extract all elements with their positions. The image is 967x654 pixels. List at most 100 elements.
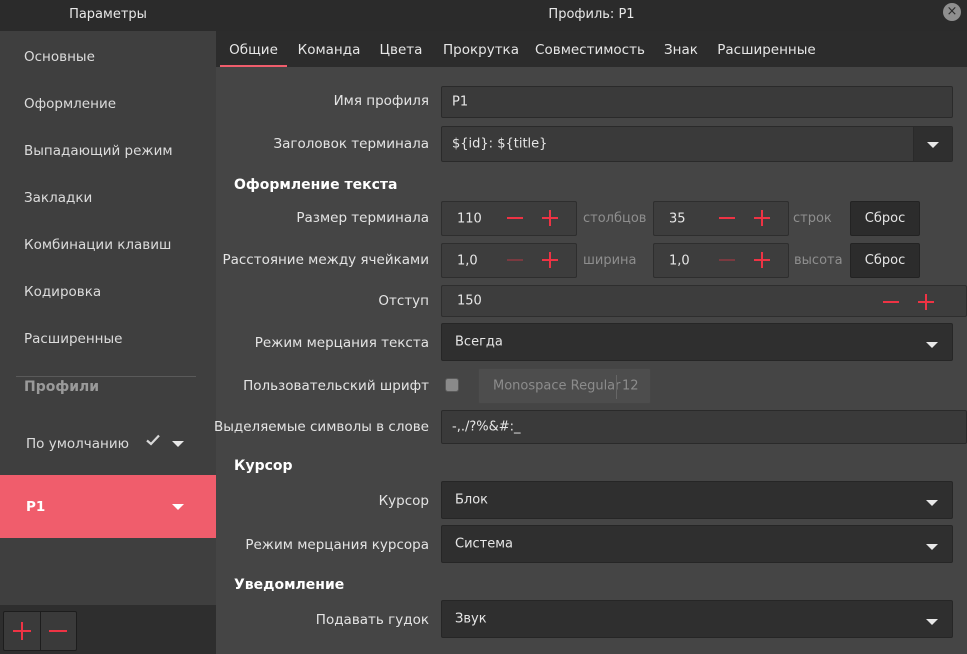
bell-select[interactable]: Звук — [441, 600, 953, 638]
profile-item-p1[interactable]: P1 — [0, 475, 216, 538]
tab-colors[interactable]: Цвета — [374, 31, 428, 67]
minus-icon — [719, 259, 735, 261]
tab-command[interactable]: Команда — [293, 31, 365, 67]
padding-decrement-button[interactable] — [875, 286, 907, 316]
custom-font-label: Пользовательский шрифт — [243, 378, 429, 394]
sidebar-item-label: Кодировка — [24, 283, 102, 300]
plus-icon — [918, 294, 934, 310]
columns-unit-label: столбцов — [583, 211, 647, 226]
profile-menu-arrow-icon[interactable] — [172, 441, 184, 447]
chevron-down-icon — [926, 544, 938, 550]
text-appearance-heading: Оформление текста — [234, 177, 398, 193]
rows-decrement-button[interactable] — [711, 202, 743, 235]
custom-font-checkbox[interactable] — [445, 378, 459, 392]
cell-height-spinner[interactable]: 1,0 — [653, 243, 789, 278]
text-blink-label: Режим мерцания текста — [254, 335, 429, 351]
reset-size-button[interactable]: Сброс — [850, 201, 920, 236]
sidebar-item-label: Выпадающий режим — [24, 142, 173, 159]
plus-icon — [754, 210, 770, 226]
close-icon: × — [946, 4, 958, 19]
tab-general[interactable]: Общие — [220, 31, 287, 67]
terminal-title-dropdown-button[interactable] — [913, 127, 952, 161]
cursor-blink-label: Режим мерцания курсора — [245, 537, 429, 553]
terminal-size-label: Размер терминала — [296, 210, 429, 226]
padding-label: Отступ — [378, 293, 429, 309]
sidebar-item-shortcuts[interactable]: Комбинации клавиш — [0, 221, 216, 268]
cell-width-unit-label: ширина — [583, 253, 637, 268]
word-chars-input[interactable]: -,./?%&#:_ — [441, 410, 967, 444]
chevron-down-icon — [926, 619, 938, 625]
sidebar-footer — [0, 605, 216, 654]
profile-name-label: Имя профиля — [333, 93, 429, 109]
sidebar-item-appearance[interactable]: Оформление — [0, 80, 216, 127]
window-title: Профиль: P1 — [548, 7, 635, 22]
padding-spinner[interactable]: 150 — [441, 285, 967, 317]
word-chars-label: Выделяемые символы в слове — [213, 419, 429, 435]
profile-name-input[interactable]: P1 — [441, 86, 953, 118]
columns-decrement-button[interactable] — [499, 202, 531, 235]
add-profile-button[interactable] — [4, 612, 41, 650]
tab-emblem[interactable]: Знак — [656, 31, 706, 67]
sidebar-item-label: Оформление — [24, 95, 117, 112]
minus-icon — [507, 259, 523, 261]
rows-unit-label: строк — [793, 211, 832, 226]
profile-general-page: Имя профиля P1 Заголовок терминала ${id}… — [213, 67, 967, 654]
cell-width-decrement-button[interactable] — [499, 244, 531, 277]
sidebar-item-bookmarks[interactable]: Закладки — [0, 174, 216, 221]
tab-compatibility[interactable]: Совместимость — [534, 31, 646, 67]
font-button-divider — [616, 375, 617, 399]
columns-increment-button[interactable] — [534, 202, 566, 235]
sidebar: Основные Оформление Выпадающий режим Зак… — [0, 31, 216, 654]
padding-increment-button[interactable] — [910, 286, 942, 316]
rows-increment-button[interactable] — [746, 202, 778, 235]
cursor-shape-label: Курсор — [378, 493, 429, 509]
font-size: 12 — [622, 378, 639, 394]
sidebar-item-encoding[interactable]: Кодировка — [0, 268, 216, 315]
sidebar-item-label: Закладки — [24, 189, 93, 206]
sidebar-item-advanced[interactable]: Расширенные — [0, 315, 216, 362]
cursor-blink-select[interactable]: Система — [441, 525, 953, 563]
remove-profile-button[interactable] — [40, 612, 76, 650]
reset-spacing-button[interactable]: Сброс — [850, 243, 920, 278]
columns-spinner[interactable]: 110 — [441, 201, 577, 236]
sidebar-item-label: Основные — [24, 48, 95, 65]
cell-spacing-label: Расстояние между ячейками — [222, 252, 429, 268]
terminal-title-label: Заголовок терминала — [273, 136, 429, 152]
minus-icon — [883, 301, 899, 303]
sidebar-item-quake-mode[interactable]: Выпадающий режим — [0, 127, 216, 174]
tab-scrolling[interactable]: Прокрутка — [438, 31, 524, 67]
plus-icon — [754, 252, 770, 268]
font-chooser-button[interactable]: Monospace Regular 12 — [478, 368, 651, 404]
minus-icon — [507, 217, 523, 219]
profile-label: По умолчанию — [26, 435, 129, 452]
profile-label: P1 — [26, 498, 46, 515]
profiles-heading: Профили — [24, 379, 100, 395]
bell-label: Подавать гудок — [315, 612, 429, 628]
profile-menu-arrow-icon[interactable] — [172, 504, 184, 510]
close-button[interactable]: × — [943, 3, 961, 21]
plus-icon — [13, 622, 31, 640]
rows-spinner[interactable]: 35 — [653, 201, 789, 236]
font-name: Monospace Regular — [493, 378, 621, 394]
sidebar-item-general[interactable]: Основные — [0, 33, 216, 80]
profile-item-default[interactable]: По умолчанию — [0, 412, 216, 475]
tab-bar: Общие Команда Цвета Прокрутка Совместимо… — [216, 31, 967, 67]
plus-icon — [542, 210, 558, 226]
profile-buttons — [3, 611, 77, 651]
chevron-down-icon — [927, 142, 939, 148]
cell-width-spinner[interactable]: 1,0 — [441, 243, 577, 278]
cell-height-decrement-button[interactable] — [711, 244, 743, 277]
cursor-shape-select[interactable]: Блок — [441, 481, 953, 519]
cell-width-increment-button[interactable] — [534, 244, 566, 277]
minus-icon — [49, 630, 67, 632]
minus-icon — [719, 217, 735, 219]
text-blink-select[interactable]: Всегда — [441, 323, 953, 361]
terminal-title-combo[interactable]: ${id}: ${title} — [441, 126, 953, 162]
notification-heading: Уведомление — [234, 577, 345, 593]
plus-icon — [542, 252, 558, 268]
tab-advanced[interactable]: Расширенные — [714, 31, 819, 67]
title-bar: Параметры Профиль: P1 × — [0, 0, 967, 31]
sidebar-title: Параметры — [69, 7, 147, 22]
cursor-heading: Курсор — [234, 458, 293, 474]
cell-height-increment-button[interactable] — [746, 244, 778, 277]
